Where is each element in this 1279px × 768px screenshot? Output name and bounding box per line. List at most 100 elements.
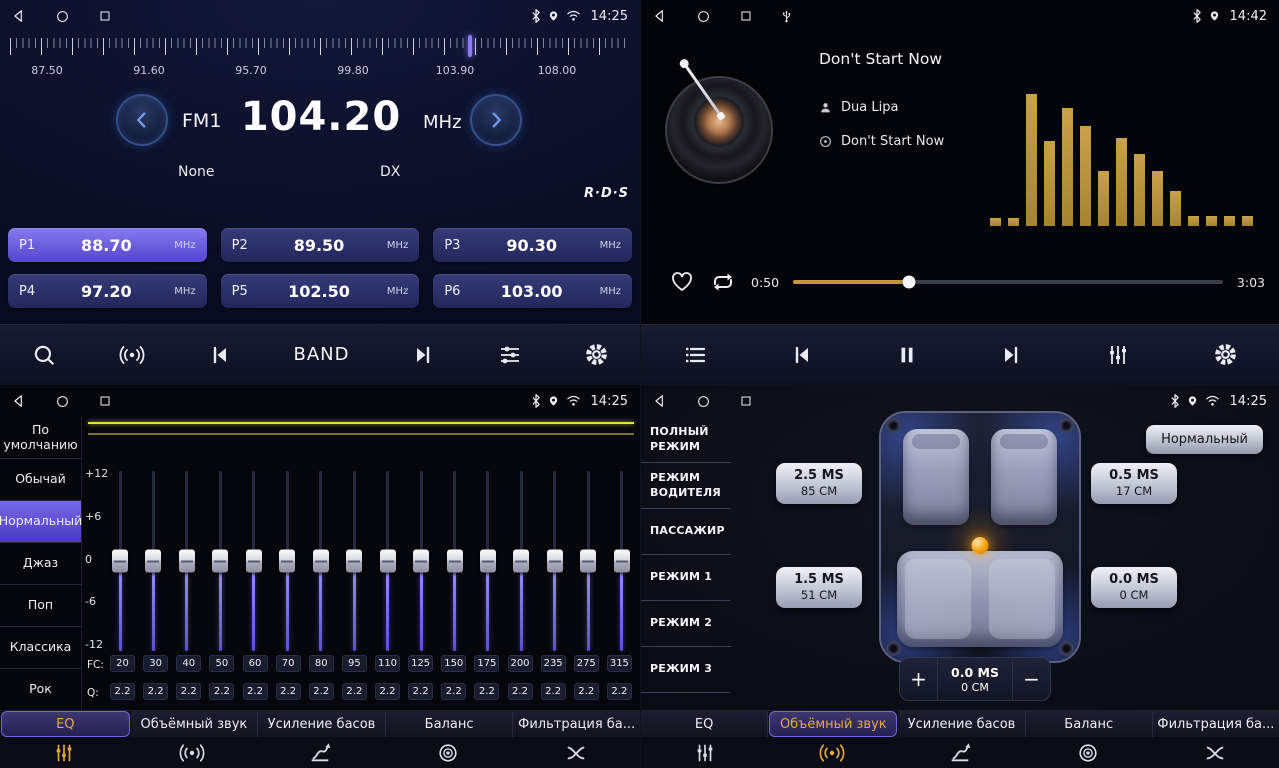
- crossover-filter-icon[interactable]: [1151, 737, 1279, 768]
- radio-scan-icon[interactable]: [118, 342, 146, 368]
- eq-slider-knob[interactable]: [313, 550, 329, 573]
- eq-band-slider[interactable]: [210, 471, 230, 651]
- eq-band-slider[interactable]: [478, 471, 498, 651]
- eq-preset-item[interactable]: Джаз: [0, 543, 81, 585]
- home-button[interactable]: [697, 395, 710, 408]
- front-left-speaker-icon[interactable]: [886, 418, 901, 433]
- eq-slider-knob[interactable]: [447, 550, 463, 573]
- front-right-delay[interactable]: 0.5 MS 17 CM: [1091, 463, 1177, 504]
- eq-slider-knob[interactable]: [112, 550, 128, 573]
- back-button[interactable]: [653, 394, 667, 408]
- eq-band-slider[interactable]: [143, 471, 163, 651]
- eq-preset-item[interactable]: Классика: [0, 627, 81, 669]
- playlist-icon[interactable]: [682, 343, 708, 367]
- eq-slider-knob[interactable]: [279, 550, 295, 573]
- rear-right-delay[interactable]: 0.0 MS 0 CM: [1091, 567, 1177, 608]
- eq-slider-knob[interactable]: [179, 550, 195, 573]
- eq-band-slider[interactable]: [311, 471, 331, 651]
- rear-left-speaker-icon[interactable]: [886, 641, 901, 656]
- seek-bar-knob[interactable]: [903, 276, 916, 289]
- frequency-scale[interactable]: 87.5091.6095.7099.80103.90108.00: [0, 34, 640, 86]
- listening-position-marker[interactable]: [972, 537, 989, 554]
- settings-gear-icon[interactable]: [1213, 342, 1238, 367]
- tab-filtering[interactable]: Фильтрация ба...: [513, 711, 640, 737]
- previous-track-icon[interactable]: [790, 343, 814, 367]
- eq-band-slider[interactable]: [110, 471, 130, 651]
- seek-bar[interactable]: [793, 280, 1223, 284]
- eq-preset-item[interactable]: Обычай: [0, 459, 81, 501]
- tab-bass-boost[interactable]: Усиление басов: [258, 711, 386, 737]
- album-art[interactable]: [665, 76, 773, 184]
- tab-surround-sound[interactable]: Объёмный звук: [769, 711, 897, 737]
- back-button[interactable]: [653, 9, 667, 23]
- pause-icon[interactable]: [896, 343, 918, 367]
- eq-preset-item[interactable]: Нормальный: [0, 501, 81, 543]
- tab-balance[interactable]: Баланс: [386, 711, 514, 737]
- eq-slider-knob[interactable]: [580, 550, 596, 573]
- tab-bass-boost[interactable]: Усиление басов: [898, 711, 1025, 737]
- next-track-icon[interactable]: [999, 343, 1023, 367]
- eq-preset-item[interactable]: По умолчанию: [0, 417, 81, 459]
- preset-button-p6[interactable]: P6 103.00 MHz: [433, 274, 632, 308]
- eq-slider-knob[interactable]: [145, 550, 161, 573]
- next-station-icon[interactable]: [411, 343, 435, 367]
- surround-mode-item[interactable]: РЕЖИМ 2: [641, 601, 731, 647]
- equalizer-mixer-icon[interactable]: [0, 737, 128, 768]
- surround-mode-item[interactable]: ПОЛНЫЙ РЕЖИМ: [641, 417, 731, 463]
- back-button[interactable]: [12, 394, 26, 408]
- tab-eq[interactable]: EQ: [1, 711, 130, 737]
- tab-surround-sound[interactable]: Объёмный звук: [131, 711, 259, 737]
- favorite-heart-icon[interactable]: [669, 270, 695, 294]
- eq-band-slider[interactable]: [378, 471, 398, 651]
- eq-slider-knob[interactable]: [513, 550, 529, 573]
- eq-band-slider[interactable]: [244, 471, 264, 651]
- settings-gear-icon[interactable]: [584, 342, 609, 367]
- home-button[interactable]: [56, 10, 69, 23]
- eq-slider-knob[interactable]: [614, 550, 630, 573]
- tab-eq[interactable]: EQ: [641, 711, 768, 737]
- bass-boost-icon[interactable]: [896, 737, 1024, 768]
- preset-button-p2[interactable]: P2 89.50 MHz: [221, 228, 420, 262]
- preset-button-p4[interactable]: P4 97.20 MHz: [8, 274, 207, 308]
- bass-boost-icon[interactable]: [256, 737, 384, 768]
- repeat-icon[interactable]: [709, 270, 737, 294]
- increase-delay-button[interactable]: +: [900, 658, 938, 700]
- home-button[interactable]: [56, 395, 69, 408]
- eq-slider-knob[interactable]: [380, 550, 396, 573]
- eq-band-slider[interactable]: [545, 471, 565, 651]
- band-button[interactable]: BAND: [293, 344, 349, 365]
- eq-slider-knob[interactable]: [480, 550, 496, 573]
- surround-sound-icon[interactable]: [128, 737, 256, 768]
- preset-button-p1[interactable]: P1 88.70 MHz: [8, 228, 207, 262]
- tune-down-button[interactable]: [116, 94, 168, 146]
- decrease-delay-button[interactable]: −: [1012, 658, 1050, 700]
- recents-button[interactable]: [99, 395, 111, 407]
- tune-up-button[interactable]: [470, 94, 522, 146]
- recents-button[interactable]: [740, 395, 752, 407]
- surround-mode-item[interactable]: РЕЖИМ 1: [641, 555, 731, 601]
- eq-band-slider[interactable]: [411, 471, 431, 651]
- eq-slider-knob[interactable]: [413, 550, 429, 573]
- eq-band-slider[interactable]: [445, 471, 465, 651]
- balance-target-icon[interactable]: [384, 737, 512, 768]
- eq-slider-knob[interactable]: [547, 550, 563, 573]
- eq-band-slider[interactable]: [578, 471, 598, 651]
- eq-band-slider[interactable]: [511, 471, 531, 651]
- sound-profile-button[interactable]: Нормальный: [1146, 425, 1263, 454]
- eq-band-slider[interactable]: [344, 471, 364, 651]
- eq-slider-knob[interactable]: [346, 550, 362, 573]
- crossover-filter-icon[interactable]: [512, 737, 640, 768]
- previous-station-icon[interactable]: [208, 343, 232, 367]
- preset-button-p5[interactable]: P5 102.50 MHz: [221, 274, 420, 308]
- home-button[interactable]: [697, 10, 710, 23]
- back-button[interactable]: [12, 9, 26, 23]
- preset-button-p3[interactable]: P3 90.30 MHz: [433, 228, 632, 262]
- eq-preset-item[interactable]: Рок: [0, 669, 81, 711]
- front-left-delay[interactable]: 2.5 MS 85 CM: [776, 463, 862, 504]
- surround-mode-item[interactable]: ПАССАЖИР: [641, 509, 731, 555]
- eq-band-slider[interactable]: [177, 471, 197, 651]
- surround-sound-icon[interactable]: [769, 737, 897, 768]
- recents-button[interactable]: [740, 10, 752, 22]
- equalizer-mixer-icon[interactable]: [641, 737, 769, 768]
- balance-target-icon[interactable]: [1024, 737, 1152, 768]
